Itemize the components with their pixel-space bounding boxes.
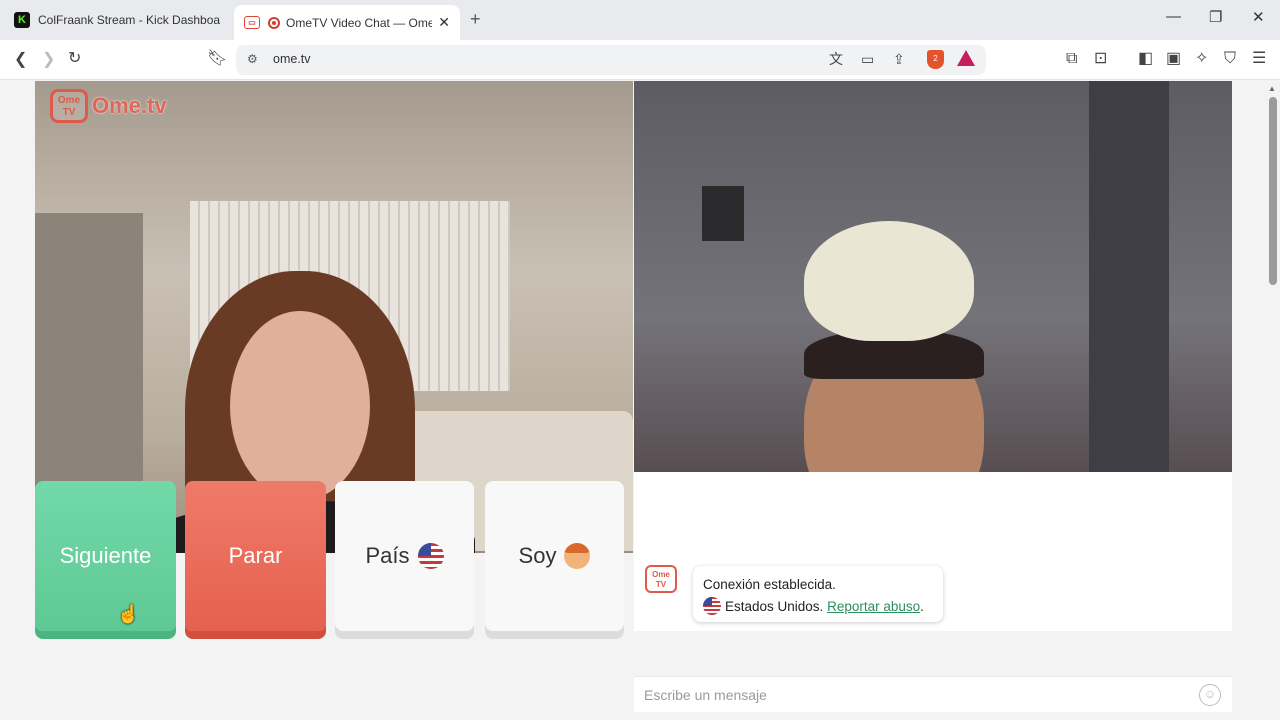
country-button[interactable]: País	[335, 481, 474, 631]
ometv-icon: ▭	[244, 16, 260, 29]
forward-icon[interactable]: ❯	[42, 50, 55, 70]
stop-button[interactable]: Parar	[185, 481, 326, 631]
gender-button-label: Soy	[518, 543, 557, 568]
us-flag-icon	[417, 543, 444, 569]
next-button-label: Siguiente	[59, 543, 152, 568]
leo-ai-icon[interactable]: ✧	[1195, 49, 1208, 69]
translate-icon[interactable]: 文	[829, 49, 843, 69]
ometv-logo: Ome TV Ome.tv	[50, 89, 167, 123]
country-button-label: País	[365, 543, 410, 568]
restore-button[interactable]: ❐	[1209, 8, 1222, 26]
emoji-icon[interactable]: ☺	[1199, 684, 1221, 706]
report-abuse-link[interactable]: Reportar abuso	[827, 599, 920, 614]
sidebar-icon[interactable]: ◧	[1138, 49, 1153, 69]
close-window-button[interactable]: ✕	[1252, 8, 1265, 26]
share-icon[interactable]: ⇪	[893, 49, 905, 69]
new-tab-button[interactable]: +	[470, 9, 481, 30]
next-button[interactable]: Siguiente	[35, 481, 176, 631]
bookmark-icon[interactable]: 🔖︎	[207, 49, 227, 69]
background-door	[35, 213, 143, 503]
close-tab-icon[interactable]: ✕	[438, 14, 450, 31]
ometv-chat-logo-icon: Ome TV	[645, 565, 677, 593]
url-text[interactable]: ome.tv	[273, 52, 311, 66]
ometv-logo-icon: Ome TV	[50, 89, 88, 123]
scroll-up-icon[interactable]: ▲	[1268, 84, 1276, 93]
connection-status: Conexión establecida.	[703, 577, 836, 592]
tab-title: ColFraank Stream - Kick Dashboard	[38, 13, 220, 27]
vpn-icon[interactable]: ⛉	[1224, 49, 1236, 69]
kick-icon: K	[14, 12, 30, 28]
back-icon[interactable]: ❮	[14, 50, 27, 70]
cast-icon[interactable]: ▭	[861, 49, 874, 69]
brave-shields-icon[interactable]: 2	[927, 50, 944, 69]
mouse-cursor-icon: ☝	[117, 604, 140, 624]
gender-button[interactable]: Soy	[485, 481, 624, 631]
minimize-button[interactable]: —	[1166, 8, 1181, 25]
reader-mode-icon[interactable]: ⊡	[1094, 49, 1107, 69]
reload-icon[interactable]: ↻	[68, 49, 81, 69]
partner-country: Estados Unidos.	[725, 599, 824, 614]
report-suffix: .	[920, 599, 924, 614]
background-picture	[702, 186, 744, 241]
stop-button-label: Parar	[228, 543, 283, 568]
brave-rewards-icon[interactable]	[957, 50, 975, 66]
scrollbar-thumb[interactable]	[1269, 97, 1277, 285]
extensions-icon[interactable]: ⧉	[1066, 49, 1077, 69]
partner-country-line: Estados Unidos. Reportar abuso.	[703, 596, 933, 618]
logo-text: Ome.tv	[92, 93, 167, 118]
system-message: Conexión establecida. Estados Unidos. Re…	[693, 566, 943, 622]
tab-kick-dashboard[interactable]: K ColFraank Stream - Kick Dashboard	[4, 4, 230, 36]
person-cap	[804, 221, 974, 341]
recording-icon	[268, 16, 280, 29]
menu-icon[interactable]: ☰	[1252, 49, 1266, 69]
us-flag-icon	[703, 597, 721, 615]
tab-ometv[interactable]: ▭ OmeTV Video Chat — Omegl ✕	[234, 5, 460, 40]
site-settings-icon[interactable]: ⚙︎	[247, 52, 258, 66]
wallet-icon[interactable]: ▣	[1166, 49, 1181, 69]
message-input[interactable]	[644, 684, 1164, 706]
tab-title: OmeTV Video Chat — Omegl	[286, 15, 433, 30]
person-face	[230, 311, 370, 501]
boy-avatar-icon	[564, 543, 591, 569]
